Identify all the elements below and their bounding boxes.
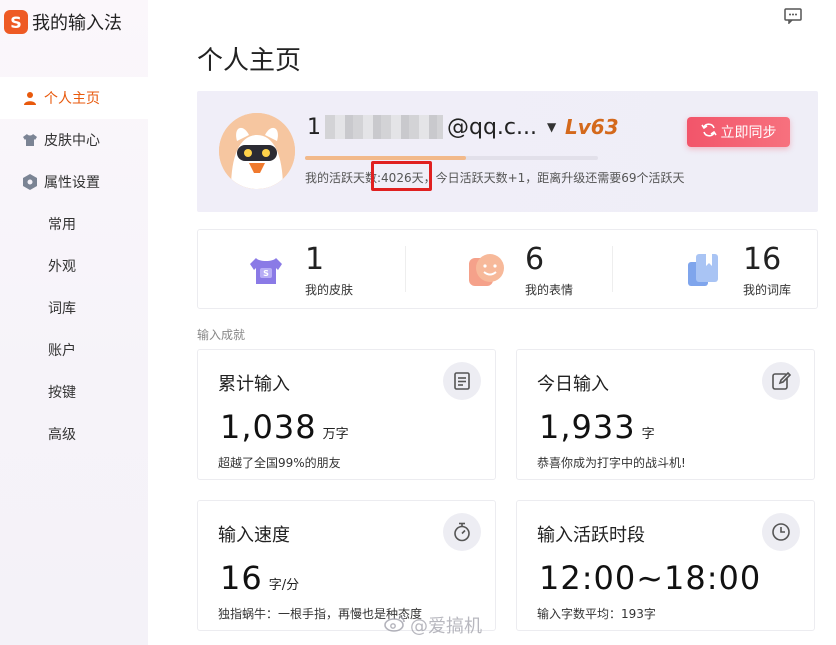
card-value: 16 字/分 (220, 559, 300, 597)
card-today-input: 今日输入 1,933 字 恭喜你成为打字中的战斗机! (516, 349, 815, 480)
card-note: 超越了全国99%的朋友 (218, 456, 341, 470)
card-title: 输入活跃时段 (537, 525, 645, 546)
stat-value: 1 (305, 242, 325, 277)
sync-button[interactable]: 立即同步 (687, 117, 790, 147)
hexagon-gear-icon (22, 174, 38, 190)
stats-bar: S 1 我的皮肤 6 我的表情 16 我的词库 (197, 229, 818, 309)
sync-label: 立即同步 (720, 125, 777, 141)
edit-icon (762, 362, 800, 400)
sidebar-subitem-advanced[interactable]: 高级 (0, 413, 148, 455)
card-unit: 字 (641, 427, 655, 442)
app-title: S 我的输入法 (4, 8, 122, 36)
feedback-icon[interactable] (784, 8, 802, 25)
document-icon (443, 362, 481, 400)
account-blur (325, 115, 443, 139)
sidebar-item-settings[interactable]: 属性设置 (0, 161, 148, 203)
stopwatch-icon (443, 513, 481, 551)
card-value: 12:00~18:00 (539, 559, 762, 597)
card-total-input: 累计输入 1,038 万字 超越了全国99%的朋友 (197, 349, 496, 480)
dictionary-icon (684, 250, 724, 290)
watermark-text: @爱搞机 (410, 616, 482, 637)
account-suffix: @qq.c... (447, 114, 537, 140)
sidebar: S 我的输入法 个人主页 皮肤中心 属性设置 常用 外观 词库 账户 按键 高级 (0, 0, 148, 645)
card-note: 恭喜你成为打字中的战斗机! (537, 456, 686, 470)
sidebar-subitem-label: 词库 (48, 301, 76, 317)
sidebar-subitem-account[interactable]: 账户 (0, 329, 148, 371)
profile-card: 1 @qq.c... ▼ Lv63 我的活跃天数:4026天，今日活跃天数+1，… (197, 91, 818, 212)
sidebar-item-label: 皮肤中心 (44, 133, 100, 149)
page-title: 个人主页 (197, 46, 302, 76)
stat-value: 6 (525, 242, 545, 277)
stat-label: 我的皮肤 (305, 283, 354, 297)
sogou-logo-icon: S (4, 10, 28, 34)
account-name[interactable]: 1 @qq.c... ▼ (307, 111, 556, 143)
stat-value: 16 (743, 242, 782, 277)
weibo-icon (384, 614, 406, 637)
sidebar-subitem-appearance[interactable]: 外观 (0, 245, 148, 287)
sidebar-subitem-label: 常用 (48, 217, 76, 233)
section-label-achievements: 输入成就 (197, 328, 246, 342)
stat-label: 我的词库 (743, 283, 792, 297)
sidebar-item-profile[interactable]: 个人主页 (0, 77, 148, 119)
card-unit: 万字 (322, 427, 349, 442)
watermark: @爱搞机 (384, 612, 482, 638)
stat-emoticons[interactable]: 6 我的表情 (405, 230, 612, 310)
card-value: 1,038 万字 (220, 408, 349, 446)
avatar[interactable] (219, 113, 295, 189)
level-badge: Lv63 (565, 115, 619, 139)
skin-icon: S (246, 250, 286, 290)
caret-down-icon[interactable]: ▼ (547, 120, 556, 134)
sidebar-item-skin-center[interactable]: 皮肤中心 (0, 119, 148, 161)
card-title: 累计输入 (218, 374, 290, 395)
shirt-icon (22, 132, 38, 148)
sidebar-subitem-label: 外观 (48, 259, 76, 275)
card-note: 输入字数平均：193字 (537, 607, 656, 621)
sidebar-subitem-keys[interactable]: 按键 (0, 371, 148, 413)
sidebar-item-label: 个人主页 (44, 91, 100, 107)
emoji-icon (467, 250, 507, 290)
card-title: 今日输入 (537, 374, 609, 395)
sync-icon (700, 122, 717, 142)
sidebar-subitem-common[interactable]: 常用 (0, 203, 148, 245)
level-progress-fill (305, 156, 467, 160)
stat-label: 我的表情 (525, 283, 574, 297)
sidebar-subitem-label: 高级 (48, 427, 76, 443)
user-icon (22, 90, 38, 106)
account-prefix: 1 (307, 114, 321, 140)
clock-icon (762, 513, 800, 551)
card-value: 1,933 字 (539, 408, 655, 446)
card-title: 输入速度 (218, 525, 290, 546)
svg-text:S: S (263, 269, 269, 278)
card-active-period: 输入活跃时段 12:00~18:00 输入字数平均：193字 (516, 500, 815, 631)
sidebar-item-label: 属性设置 (44, 175, 100, 191)
sidebar-nav: 个人主页 皮肤中心 属性设置 常用 外观 词库 账户 按键 高级 (0, 77, 148, 455)
stat-dictionaries[interactable]: 16 我的词库 (612, 230, 819, 310)
app-title-text: 我的输入法 (32, 13, 122, 34)
active-days-text: 我的活跃天数:4026天，今日活跃天数+1，距离升级还需要69个活跃天 (305, 171, 685, 185)
level-progress (305, 156, 598, 160)
sidebar-subitem-label: 按键 (48, 385, 76, 401)
main-content: 个人主页 1 @qq.c... ▼ Lv63 我的活跃天数:4026天，今日活跃… (148, 0, 836, 645)
highlight-box (371, 161, 432, 191)
sidebar-subitem-dictionary[interactable]: 词库 (0, 287, 148, 329)
stat-skins[interactable]: S 1 我的皮肤 (198, 230, 405, 310)
card-unit: 字/分 (268, 578, 300, 593)
sidebar-subitem-label: 账户 (48, 343, 76, 359)
